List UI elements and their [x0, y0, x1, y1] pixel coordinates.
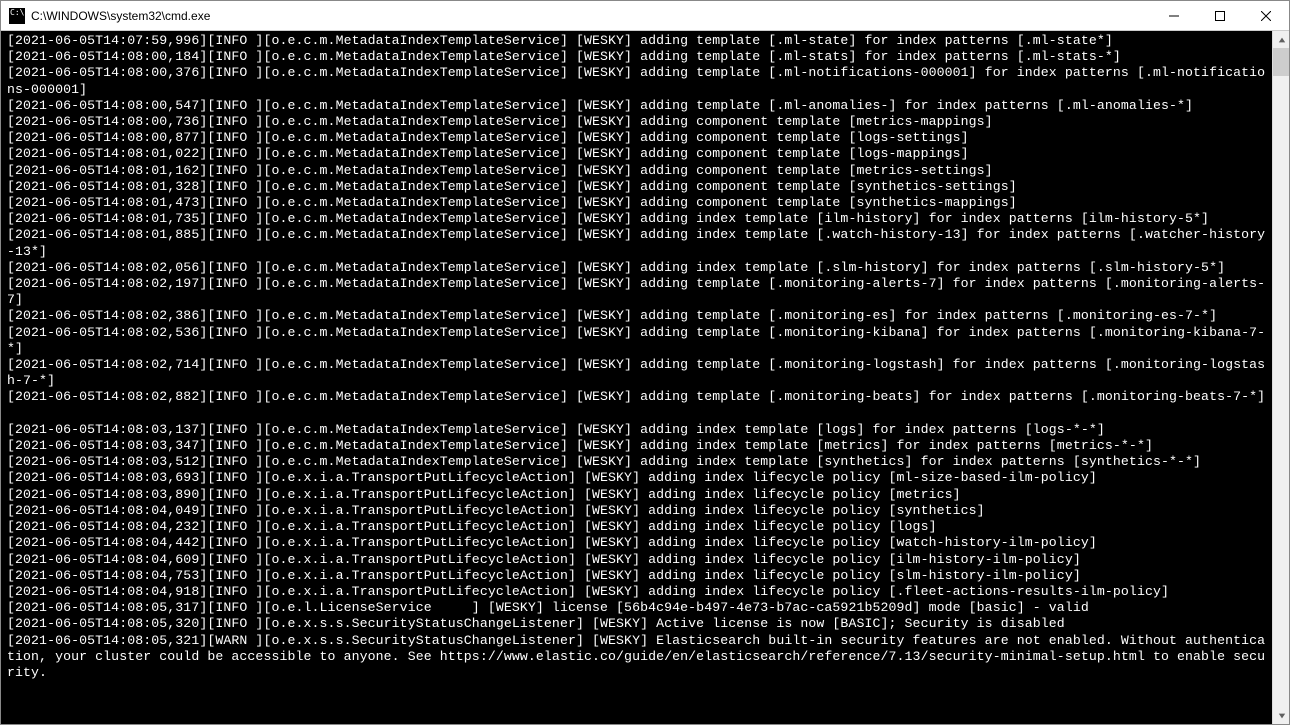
cmd-window: C:\WINDOWS\system32\cmd.exe [2021-06-05T…: [0, 0, 1290, 725]
maximize-button[interactable]: [1197, 1, 1243, 31]
window-title: C:\WINDOWS\system32\cmd.exe: [31, 9, 210, 23]
cmd-icon: [9, 8, 25, 24]
client-area: [2021-06-05T14:07:59,996][INFO ][o.e.c.m…: [1, 31, 1289, 724]
scroll-track[interactable]: [1273, 48, 1289, 707]
scroll-down-button[interactable]: [1273, 707, 1289, 724]
scroll-thumb[interactable]: [1273, 48, 1289, 76]
minimize-button[interactable]: [1151, 1, 1197, 31]
console-output[interactable]: [2021-06-05T14:07:59,996][INFO ][o.e.c.m…: [1, 31, 1272, 724]
scroll-up-button[interactable]: [1273, 31, 1289, 48]
vertical-scrollbar[interactable]: [1272, 31, 1289, 724]
title-bar[interactable]: C:\WINDOWS\system32\cmd.exe: [1, 1, 1289, 31]
close-button[interactable]: [1243, 1, 1289, 31]
